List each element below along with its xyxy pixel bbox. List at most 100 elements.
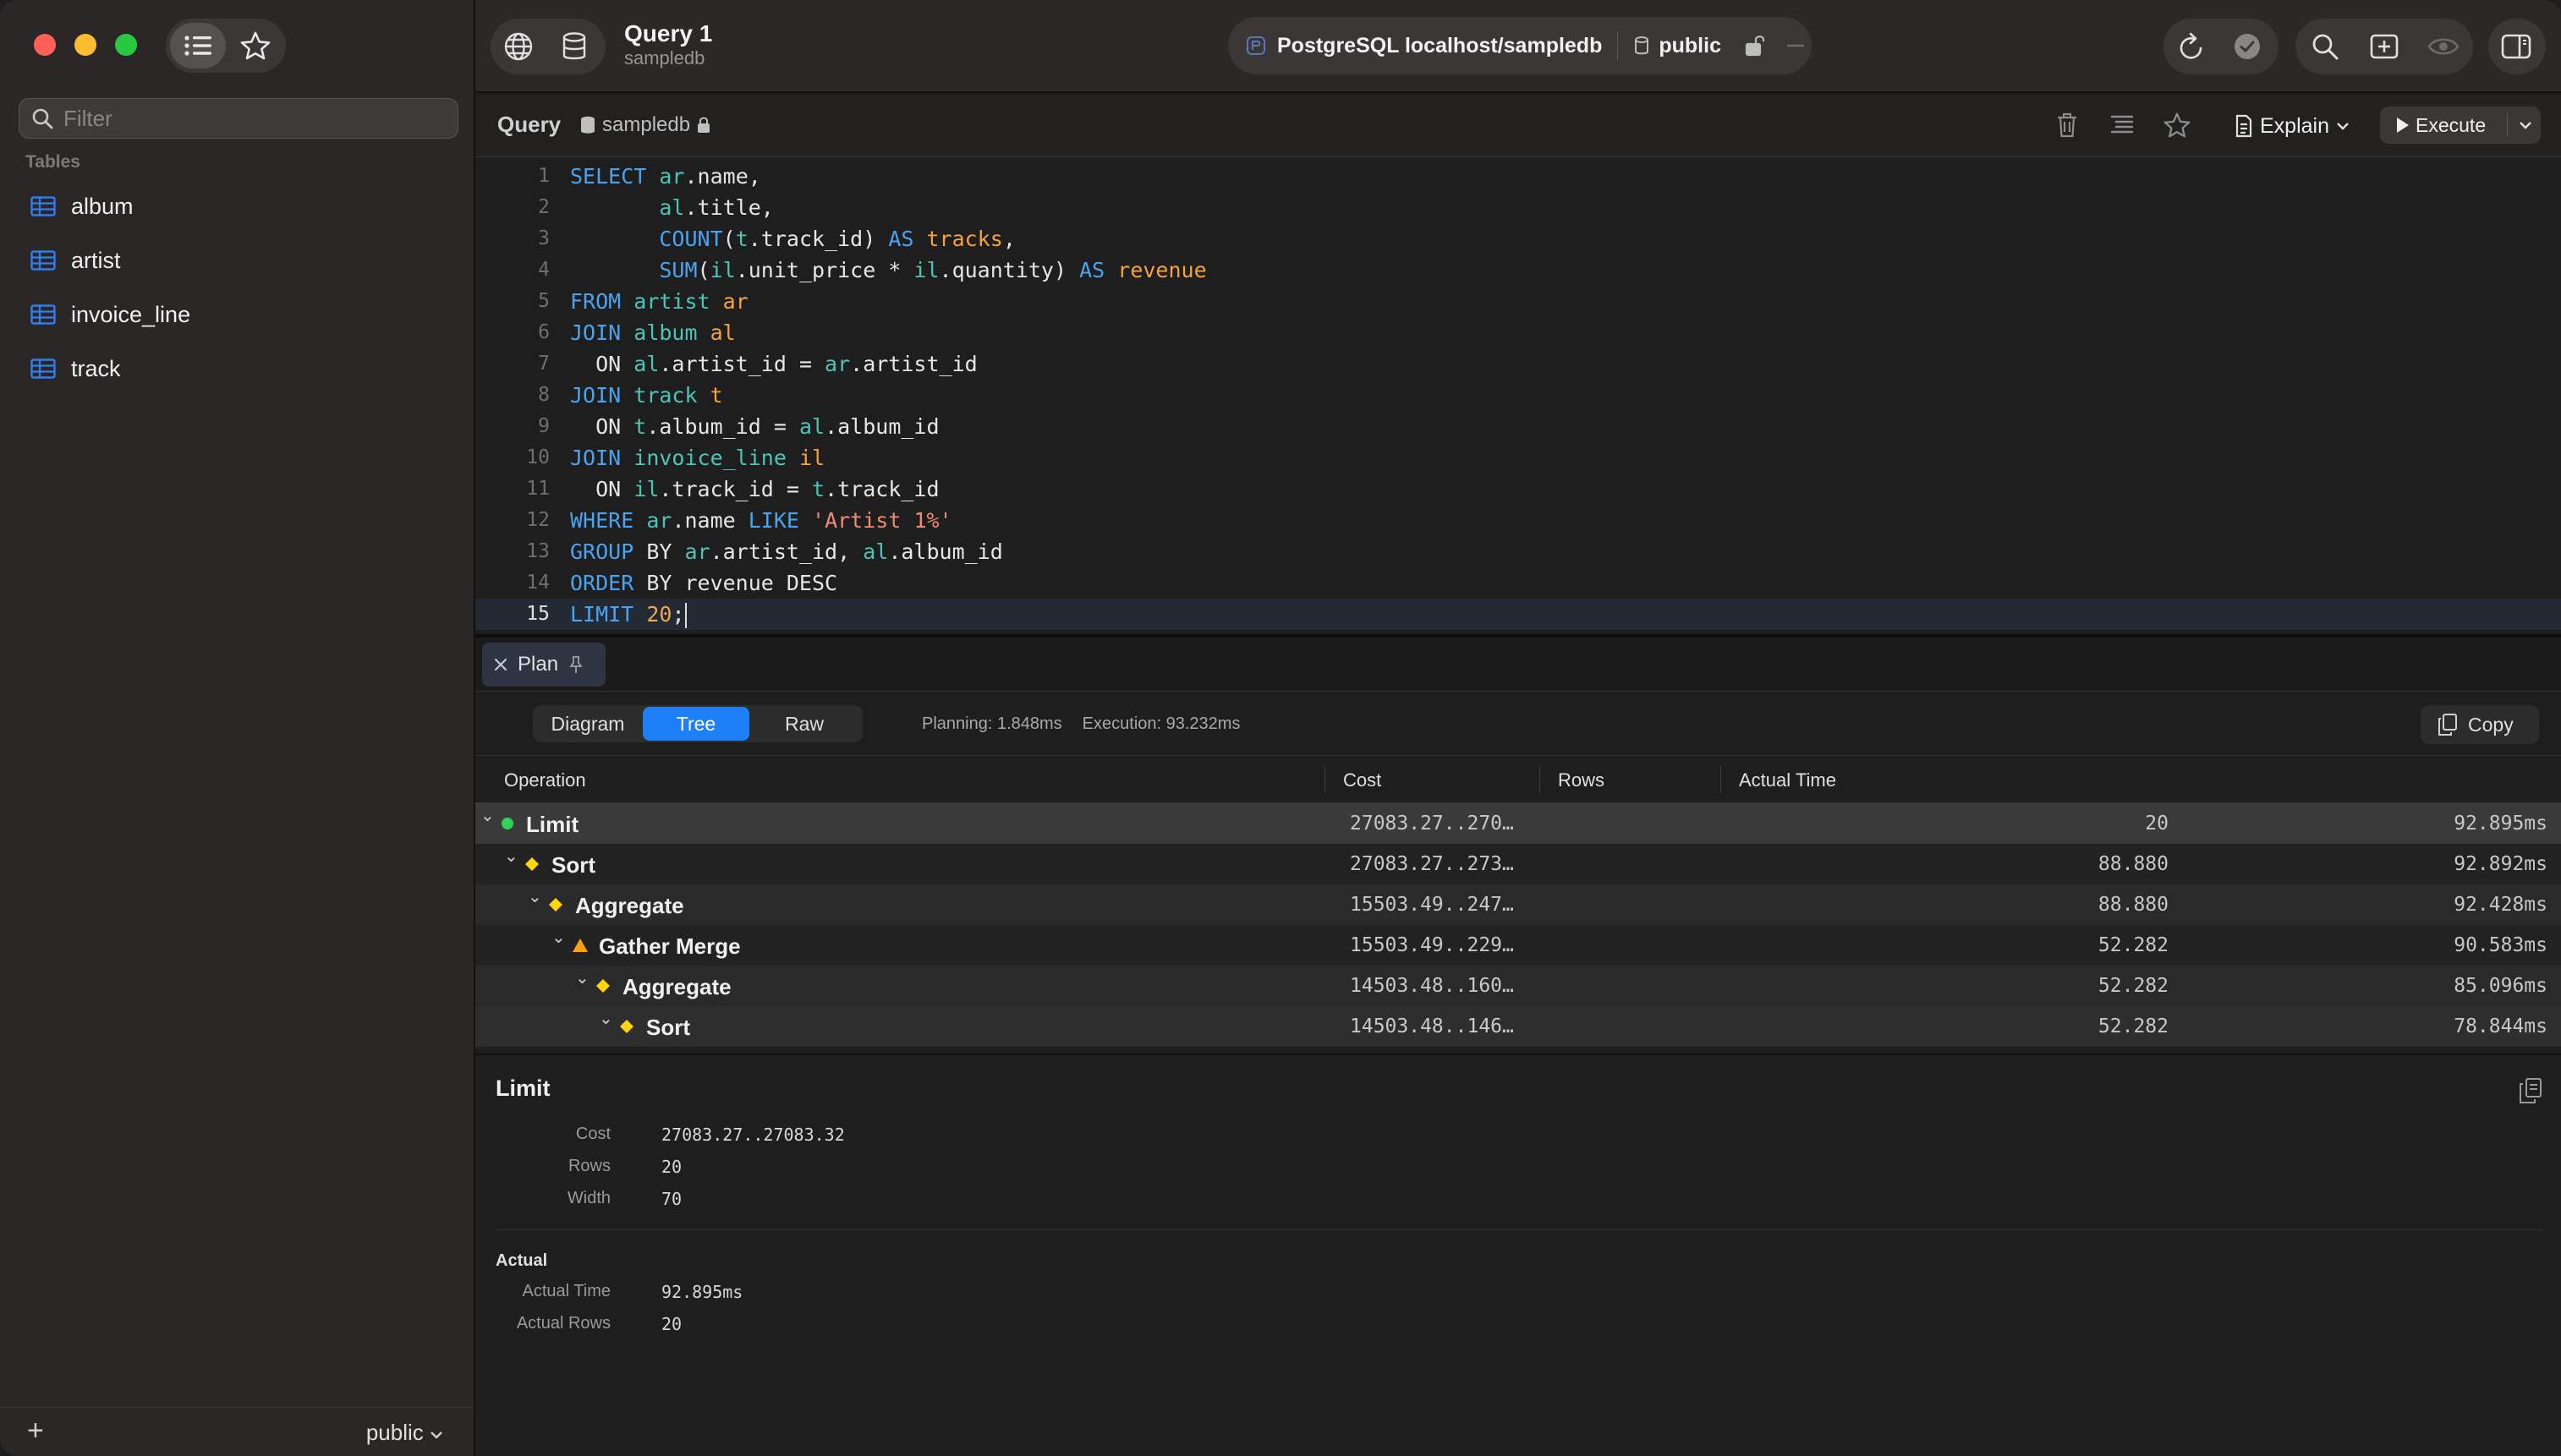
star-icon[interactable] [2163,112,2191,139]
execute-button[interactable]: Execute [2380,107,2541,144]
editor-line: 5 FROM artist ar [475,286,2561,317]
chevron-down-icon[interactable] [2514,112,2537,139]
rows-value: 88.880 [2098,853,2169,875]
minimize-window-button[interactable] [74,34,96,56]
planning-time: Planning: 1.848ms [922,714,1062,733]
list-view-button[interactable] [170,23,226,68]
tab-plan[interactable]: Plan [482,643,606,687]
add-connection-button[interactable]: + [27,1415,44,1448]
close-window-button[interactable] [34,34,56,56]
new-tab-button[interactable] [2355,19,2414,74]
table-name: invoice_line [71,301,191,327]
cost-value: 27083.27..270… [1350,813,1514,835]
column-divider[interactable] [1324,766,1325,793]
code-line: ON il.track_id = t.track_id [570,477,940,501]
plan-row-gather-merge[interactable]: ⌄ Gather Merge 15503.49..229… 52.282 90.… [475,925,2561,966]
line-number: 8 [538,384,550,406]
copy-icon[interactable] [2519,1077,2542,1104]
column-divider[interactable] [1539,766,1540,793]
lock-icon [698,117,710,133]
plan-row-aggregate[interactable]: ⌄ Aggregate 14503.48..160… 52.282 85.096… [475,966,2561,1006]
database-button[interactable] [546,19,602,74]
view-tree-button[interactable]: Tree [643,707,749,741]
code-line: JOIN album al [570,320,736,345]
actual-time-value: 90.583ms [2454,934,2547,956]
plan-row-sort[interactable]: ⌄ Sort 27083.27..273… 88.880 92.892ms [475,844,2561,884]
sidebar-footer: + public [0,1407,474,1456]
zoom-window-button[interactable] [115,34,137,56]
toggle-inspector-button[interactable] [2488,19,2544,74]
favorites-button[interactable] [226,19,285,73]
line-number: 1 [538,165,550,187]
field-value: 20 [661,1157,683,1177]
database-icon [581,116,595,134]
marker-shape [549,898,562,911]
column-header-cost[interactable]: Cost [1343,769,1381,791]
chevron-down-icon[interactable]: ⌄ [528,886,542,907]
table-item-track[interactable]: track [0,342,474,396]
sql-editor[interactable]: 1 SELECT ar.name, 2 al.title, 3 COUNT(t.t… [475,159,2561,634]
chevron-down-icon [2337,123,2349,130]
copy-plan-button[interactable]: Copy [2421,705,2539,744]
view-diagram-button[interactable]: Diagram [533,707,643,741]
format-icon[interactable] [2109,112,2135,137]
column-header-actual-time[interactable]: Actual Time [1739,769,1836,791]
connection-pill[interactable]: PostgreSQL localhost/sampledb public [1228,17,1812,74]
editor-line: 4 SUM(il.unit_price * il.quantity) AS re… [475,255,2561,286]
preview-button[interactable] [2414,19,2473,74]
inspector-toggle-group [2488,19,2546,74]
chevron-down-icon[interactable]: ⌄ [599,1008,613,1029]
marker-shape [502,818,513,829]
line-number: 13 [526,540,550,562]
search-button[interactable] [2295,19,2355,74]
schema-selector[interactable]: public [366,1420,443,1446]
code-line: SUM(il.unit_price * il.quantity) AS reve… [659,258,1207,282]
chevron-down-icon [430,1431,442,1439]
field-label: Width [567,1189,611,1207]
plan-stats: Planning: 1.848ms Execution: 93.232ms [922,714,1240,734]
view-raw-button[interactable]: Raw [749,707,859,741]
table-icon [30,250,56,271]
chevron-down-icon[interactable]: ⌄ [480,805,495,826]
plan-row-aggregate[interactable]: ⌄ Aggregate 15503.49..247… 88.880 92.428… [475,884,2561,925]
copy-label: Copy [2468,713,2514,736]
close-icon[interactable] [494,658,507,671]
column-header-operation[interactable]: Operation [504,769,586,791]
editor-line: 1 SELECT ar.name, [475,161,2561,192]
plus-square-icon [2370,34,2399,59]
chevron-down-icon[interactable]: ⌄ [551,927,566,948]
trash-icon[interactable] [2055,112,2079,139]
actual-time-value: 92.895ms [2454,813,2547,835]
chevron-down-icon[interactable]: ⌄ [575,967,590,988]
table-item-artist[interactable]: artist [0,233,474,287]
commit-button[interactable] [2219,19,2275,74]
more-icon [1786,44,1804,47]
operation-name: Limit [526,812,579,837]
editor-line: 14 ORDER BY revenue DESC [475,567,2561,599]
plan-row-limit[interactable]: ⌄ Limit 27083.27..270… 20 92.895ms [475,803,2561,844]
pin-icon[interactable] [568,655,584,674]
operation-name: Aggregate [575,893,684,918]
actual-time-value: 92.892ms [2454,853,2547,875]
column-header-rows[interactable]: Rows [1558,769,1604,791]
column-divider[interactable] [1720,766,1721,793]
editor-line: 6 JOIN album al [475,317,2561,348]
play-icon [2397,118,2409,133]
database-icon [562,32,586,60]
table-item-album[interactable]: album [0,179,474,233]
plan-row-sort[interactable]: ⌄ Sort 14503.48..146… 52.282 78.844ms [475,1006,2561,1047]
editor-current-line: 15 LIMIT 20; [475,599,2561,630]
table-item-invoice-line[interactable]: invoice_line [0,287,474,342]
connections-button[interactable] [491,19,546,74]
explain-button[interactable]: Explain [2235,110,2350,142]
chevron-down-icon[interactable]: ⌄ [504,846,518,867]
filter-input[interactable]: Filter [19,98,458,139]
editor-line: 13 GROUP BY ar.artist_id, al.album_id [475,536,2561,567]
code-line: ON t.album_id = al.album_id [570,414,940,439]
code-line: WHERE ar.name LIKE 'Artist 1%' [570,508,952,533]
refresh-button[interactable] [2163,19,2219,74]
editor-line: 9 ON t.album_id = al.album_id [475,411,2561,442]
connection-divider [1617,31,1619,60]
postgres-icon [1247,36,1265,55]
execute-divider [2507,113,2508,137]
